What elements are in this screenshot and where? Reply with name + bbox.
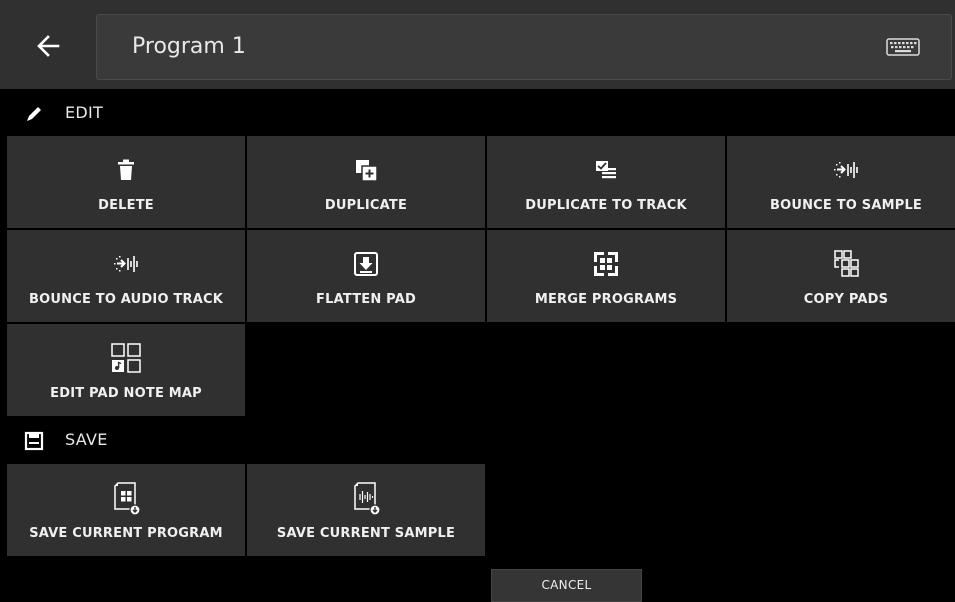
save-current-sample-button[interactable]: SAVE CURRENT SAMPLE [247,464,485,556]
merge-programs-button[interactable]: MERGE PROGRAMS [487,230,725,322]
bounce-to-audio-track-button[interactable]: BOUNCE TO AUDIO TRACK [7,230,245,322]
duplicate-label: DUPLICATE [324,198,408,213]
save-section-label: SAVE [65,430,108,449]
bounce-to-sample-button[interactable]: BOUNCE TO SAMPLE [727,136,955,228]
copy-pads-label: COPY PADS [803,292,889,307]
edit-section-label: EDIT [65,103,104,122]
edit-pad-note-map-label: EDIT PAD NOTE MAP [50,386,202,401]
edit-section-header: EDIT [0,91,955,135]
program-name-field[interactable]: Program 1 [96,14,952,80]
edit-pad-note-map-button[interactable]: EDIT PAD NOTE MAP [7,324,245,416]
duplicate-button[interactable]: DUPLICATE [247,136,485,228]
duplicate-icon [356,160,378,182]
delete-label: DELETE [98,198,154,213]
save-section-header: SAVE [0,418,955,462]
bounce-icon [834,162,858,178]
cancel-label: CANCEL [541,578,592,592]
bounce-to-sample-label: BOUNCE TO SAMPLE [769,198,923,213]
back-button[interactable] [8,8,88,84]
flatten-icon [354,252,378,276]
copy-pads-icon [834,250,859,277]
bounce-icon [114,256,138,272]
program-name: Program 1 [132,34,246,59]
floppy-disk-icon [24,431,44,451]
save-current-program-label: SAVE CURRENT PROGRAM [29,526,223,541]
save-sample-icon [354,482,381,516]
cancel-button[interactable]: CANCEL [491,569,642,602]
flatten-pad-label: FLATTEN PAD [316,292,416,307]
duplicate-to-track-button[interactable]: DUPLICATE TO TRACK [487,136,725,228]
header-bar: Program 1 [0,0,955,89]
keyboard-button[interactable] [885,35,921,59]
pencil-icon [27,107,41,121]
copy-pads-button[interactable]: COPY PADS [727,230,955,322]
save-current-program-button[interactable]: SAVE CURRENT PROGRAM [7,464,245,556]
pad-note-map-icon [111,343,141,373]
save-current-sample-label: SAVE CURRENT SAMPLE [276,526,456,541]
duplicate-to-track-icon [596,161,616,179]
duplicate-to-track-label: DUPLICATE TO TRACK [525,198,687,213]
arrow-left-icon [37,35,60,57]
bounce-to-audio-track-label: BOUNCE TO AUDIO TRACK [29,292,223,307]
merge-icon [594,252,618,276]
flatten-pad-button[interactable]: FLATTEN PAD [247,230,485,322]
trash-icon [118,159,134,180]
keyboard-icon [886,38,920,56]
merge-programs-label: MERGE PROGRAMS [534,292,678,307]
save-program-icon [114,482,141,516]
delete-button[interactable]: DELETE [7,136,245,228]
